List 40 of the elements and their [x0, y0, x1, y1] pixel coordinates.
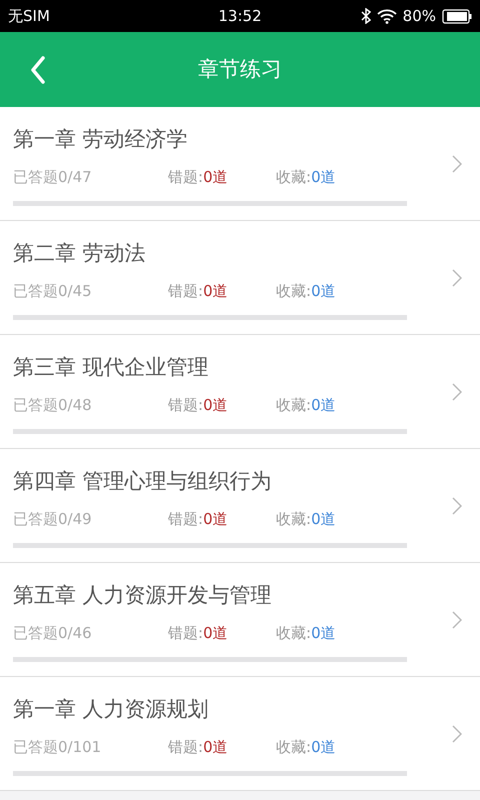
page-title: 章节练习	[198, 56, 282, 83]
favorite-count: 0道	[311, 623, 336, 643]
wrong-count: 0道	[203, 623, 228, 643]
wrong-label: 错题:	[168, 167, 204, 187]
wrong-count: 0道	[203, 167, 228, 187]
chapter-title: 第三章 现代企业管理	[13, 354, 210, 381]
answered-count: 已答题0/48	[13, 395, 93, 415]
favorite-label: 收藏:	[276, 167, 312, 187]
wrong-label: 错题:	[168, 509, 204, 529]
wrong-count: 0道	[203, 281, 228, 301]
wrong-count: 0道	[203, 737, 228, 757]
favorite-count: 0道	[311, 395, 336, 415]
wrong-label: 错题:	[168, 281, 204, 301]
wrong-label: 错题:	[168, 623, 204, 643]
answered-count: 已答题0/46	[13, 623, 93, 643]
chapter-title: 第一章 劳动经济学	[13, 126, 189, 153]
wrong-label: 错题:	[168, 737, 204, 757]
wrong-count: 0道	[203, 395, 228, 415]
chapter-title: 第二章 劳动法	[13, 240, 147, 267]
wrong-count: 0道	[203, 509, 228, 529]
answered-count: 已答题0/49	[13, 509, 93, 529]
favorite-count: 0道	[311, 509, 336, 529]
answered-count: 已答题0/47	[13, 167, 93, 187]
chapter-title: 第五章 人力资源开发与管理	[13, 582, 273, 609]
chapter-title: 第四章 管理心理与组织行为	[13, 468, 273, 495]
wrong-label: 错题:	[168, 395, 204, 415]
favorite-label: 收藏:	[276, 509, 312, 529]
carrier: 无SIM	[8, 6, 50, 27]
clock: 13:52	[218, 6, 262, 27]
answered-count: 已答题0/45	[13, 281, 93, 301]
favorite-label: 收藏:	[276, 281, 312, 301]
favorite-count: 0道	[311, 737, 336, 757]
favorite-label: 收藏:	[276, 623, 312, 643]
favorite-label: 收藏:	[276, 737, 312, 757]
battery-percent: 80%	[402, 6, 436, 27]
favorite-count: 0道	[311, 281, 336, 301]
favorite-count: 0道	[311, 167, 336, 187]
chapter-title: 第一章 人力资源规划	[13, 696, 210, 723]
favorite-label: 收藏:	[276, 395, 312, 415]
answered-count: 已答题0/101	[13, 737, 102, 757]
